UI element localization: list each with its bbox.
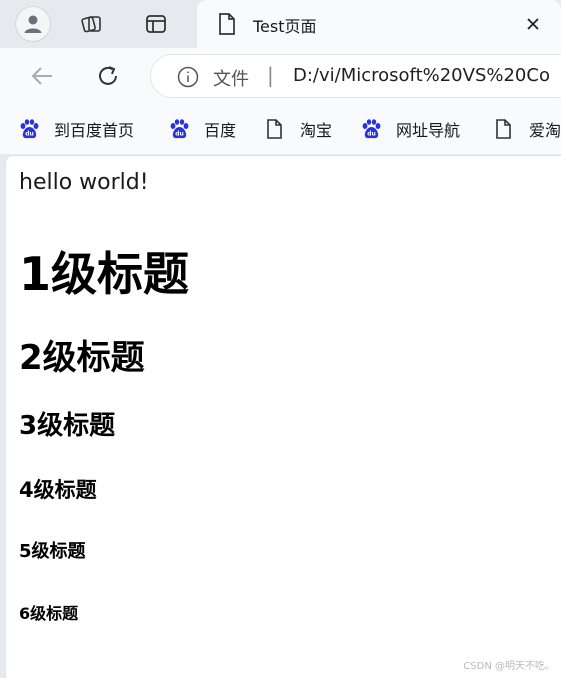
address-separator: | (267, 63, 274, 87)
baidu-paw-icon: du (20, 119, 39, 139)
hello-paragraph: hello world! (19, 170, 149, 195)
bookmark-label: 到百度首页 (54, 121, 135, 140)
tab-title: Test页面 (253, 17, 317, 36)
svg-text:du: du (25, 131, 34, 138)
back-button[interactable] (26, 60, 58, 92)
svg-text:du: du (367, 131, 376, 138)
bookmark-label: 爱淘 (529, 121, 561, 140)
bookmark-aitao[interactable]: 爱淘 (493, 117, 561, 141)
profile-avatar[interactable] (15, 6, 51, 42)
workspaces-button[interactable] (78, 10, 106, 38)
heading-4: 4级标题 (19, 478, 97, 502)
bookmark-baidu[interactable]: du 百度 (168, 117, 236, 141)
bookmark-baidu-home[interactable]: du 到百度首页 (18, 117, 134, 141)
file-icon (496, 119, 511, 139)
tab-test-page[interactable]: Test页面 (197, 0, 561, 48)
refresh-icon (99, 66, 117, 85)
heading-5: 5级标题 (19, 541, 86, 562)
bookmark-nav[interactable]: du 网址导航 (360, 117, 460, 141)
watermark: CSDN @明天不吃。 (463, 661, 555, 672)
tab-strip: Test页面 (0, 0, 561, 48)
site-label: 文件 (213, 69, 249, 90)
heading-6: 6级标题 (19, 604, 79, 623)
heading-1: 1级标题 (19, 247, 190, 301)
browser-window: Test页面 文件 | D:/vi/Microsoft%20VS%20Co du… (0, 0, 561, 678)
workspaces-icon (81, 16, 101, 33)
bookmark-label: 淘宝 (300, 121, 333, 140)
tab-actions-button[interactable] (142, 10, 170, 38)
toolbar: 文件 | D:/vi/Microsoft%20VS%20Co (0, 48, 561, 104)
url-text[interactable]: D:/vi/Microsoft%20VS%20Co (293, 65, 550, 86)
file-icon (267, 119, 282, 139)
svg-text:du: du (175, 131, 184, 138)
baidu-paw-icon: du (170, 119, 189, 139)
page-icon (219, 13, 235, 35)
profile-icon (24, 15, 42, 33)
page-viewport: hello world! 1级标题 2级标题 3级标题 4级标题 5级标题 6级… (5, 155, 561, 678)
refresh-button[interactable] (92, 60, 124, 92)
bookmarks-bar: du 到百度首页 du 百度 淘宝 du 网址导航 爱淘 (0, 104, 561, 154)
baidu-paw-icon: du (362, 119, 381, 139)
heading-2: 2级标题 (19, 338, 145, 378)
address-bar[interactable]: 文件 | D:/vi/Microsoft%20VS%20Co (150, 54, 561, 98)
close-icon (527, 18, 539, 30)
back-arrow-icon (31, 67, 52, 85)
bookmark-taobao[interactable]: 淘宝 (264, 117, 332, 141)
tab-actions-icon (146, 15, 166, 33)
info-icon[interactable] (177, 66, 199, 88)
bookmark-label: 百度 (204, 121, 237, 140)
heading-3: 3级标题 (19, 411, 116, 441)
bookmark-label: 网址导航 (396, 121, 461, 140)
close-tab-button[interactable] (521, 12, 545, 36)
